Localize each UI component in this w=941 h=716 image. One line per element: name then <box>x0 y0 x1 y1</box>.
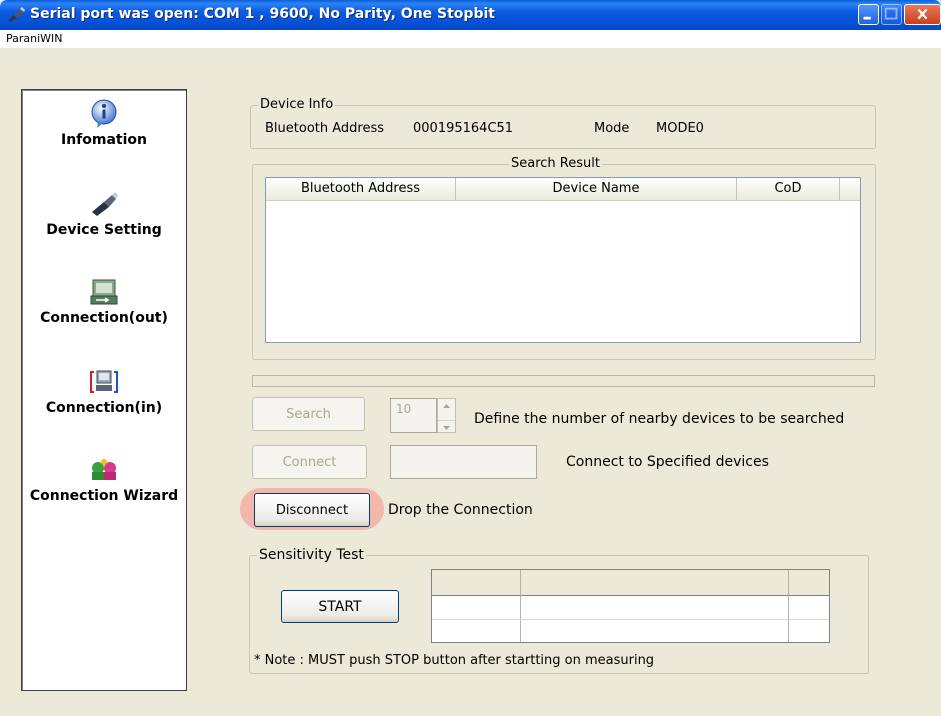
menu-bar: ParaniWIN <box>0 30 941 48</box>
minimize-button[interactable] <box>858 4 879 25</box>
info-icon <box>91 99 117 128</box>
sidebar-item-connection-out[interactable]: Connection(out) <box>22 276 186 326</box>
arrow-up-icon <box>443 404 450 408</box>
search-button[interactable]: Search <box>252 397 365 431</box>
sidebar-item-label: Infomation <box>61 132 147 148</box>
sidebar-item-information[interactable]: Infomation <box>22 98 186 148</box>
column-header-device-name[interactable]: Device Name <box>456 178 737 200</box>
spin-down-button[interactable] <box>438 426 455 443</box>
window-title: Serial port was open: COM 1 , 9600, No P… <box>30 6 495 22</box>
spin-up-button[interactable] <box>438 404 455 421</box>
mode-value: MODE0 <box>656 121 704 136</box>
connection-in-icon <box>90 370 118 393</box>
grid-divider <box>520 570 521 642</box>
connection-out-icon <box>90 279 118 305</box>
sensitivity-note: * Note : MUST push STOP button after sta… <box>254 653 655 668</box>
serial-plug-icon <box>8 7 25 22</box>
disconnect-description: Drop the Connection <box>388 502 533 518</box>
sidebar: Infomation Device Setting Connection(out… <box>21 89 187 691</box>
maximize-icon <box>884 7 898 20</box>
connect-description: Connect to Specified devices <box>566 454 769 470</box>
close-icon <box>917 8 928 20</box>
search-progress-bar <box>252 375 875 387</box>
sensitivity-result-grid[interactable] <box>431 569 830 643</box>
maximize-button[interactable] <box>881 4 902 25</box>
arrow-down-icon <box>443 426 450 430</box>
bt-address-value: 000195164C51 <box>413 121 514 136</box>
search-result-legend: Search Result <box>509 156 602 171</box>
device-setting-icon <box>92 192 118 216</box>
start-button[interactable]: START <box>281 590 399 623</box>
grid-divider <box>432 619 829 620</box>
close-button[interactable] <box>904 4 941 25</box>
search-description: Define the number of nearby devices to b… <box>474 411 845 427</box>
sidebar-item-connection-wizard[interactable]: Connection Wizard <box>22 454 186 504</box>
menu-app-label[interactable]: ParaniWIN <box>6 32 63 45</box>
column-header-bt-address[interactable]: Bluetooth Address <box>266 178 456 200</box>
device-info-legend: Device Info <box>258 97 336 112</box>
paraniwin-window: Serial port was open: COM 1 , 9600, No P… <box>0 0 941 716</box>
title-bar[interactable]: Serial port was open: COM 1 , 9600, No P… <box>0 0 941 30</box>
connect-button[interactable]: Connect <box>252 445 367 479</box>
sensitivity-test-legend: Sensitivity Test <box>257 547 366 563</box>
sidebar-item-device-setting[interactable]: Device Setting <box>22 188 186 238</box>
list-header: Bluetooth Address Device Name CoD <box>266 178 860 201</box>
search-count-input[interactable]: 10 <box>390 398 437 433</box>
grid-divider <box>788 570 789 642</box>
grid-header <box>432 570 829 596</box>
search-count-spinner[interactable] <box>437 398 456 433</box>
minimize-icon <box>863 16 871 20</box>
column-header-cod[interactable]: CoD <box>737 178 840 200</box>
sidebar-item-label: Connection(in) <box>45 400 163 416</box>
connect-address-input[interactable] <box>390 445 537 479</box>
search-result-list[interactable]: Bluetooth Address Device Name CoD <box>265 177 861 343</box>
sidebar-item-label: Connection(out) <box>40 310 168 326</box>
bt-address-label: Bluetooth Address <box>265 121 385 136</box>
sidebar-item-label: Device Setting <box>46 222 162 238</box>
sidebar-item-label: Connection Wizard <box>29 488 179 504</box>
mode-label: Mode <box>594 121 630 136</box>
disconnect-button[interactable]: Disconnect <box>254 493 370 527</box>
connection-wizard-icon <box>92 459 116 480</box>
sidebar-item-connection-in[interactable]: Connection(in) <box>22 366 186 416</box>
